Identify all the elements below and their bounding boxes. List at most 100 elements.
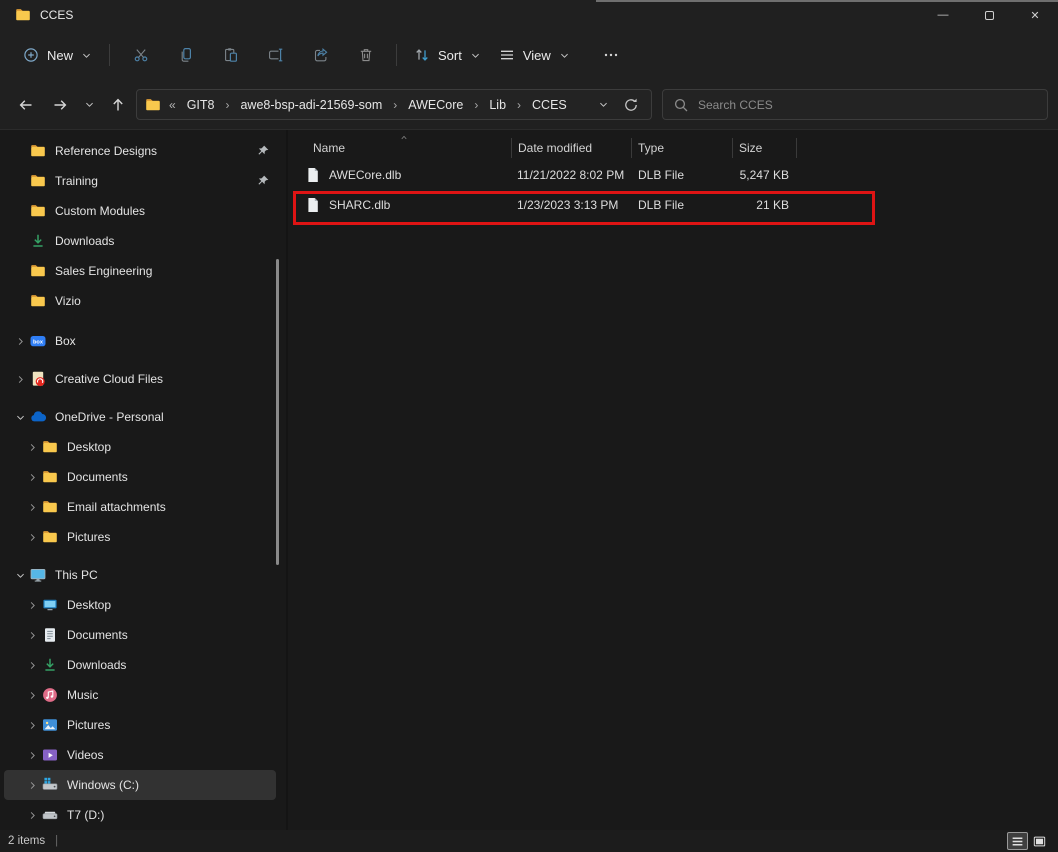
sidebar-item-this-pc[interactable]: This PC (4, 560, 276, 590)
breadcrumb-cces[interactable]: CCES (527, 96, 572, 114)
sidebar-item-onedrive-pictures[interactable]: Pictures (4, 522, 276, 552)
maximize-button[interactable] (966, 0, 1012, 30)
close-icon: ✕ (1030, 9, 1039, 22)
title-bar: CCES — ✕ (0, 0, 1058, 30)
sidebar-item-pc-desktop[interactable]: Desktop (4, 590, 276, 620)
file-row-awecore-dlb[interactable]: AWECore.dlb 11/21/2022 8:02 PM DLB File … (288, 160, 1058, 190)
delete-button[interactable] (343, 37, 388, 73)
column-header-size[interactable]: Size (733, 138, 797, 158)
share-button[interactable] (298, 37, 343, 73)
sidebar-item-creative-cloud-files[interactable]: Creative Cloud Files (4, 364, 276, 394)
sidebar-item-pc-pictures[interactable]: Pictures (4, 710, 276, 740)
sidebar-item-pc-documents[interactable]: Documents (4, 620, 276, 650)
new-button[interactable]: New (14, 37, 101, 73)
chevron-right-icon[interactable] (27, 750, 38, 761)
column-header-date-modified[interactable]: Date modified (512, 138, 632, 158)
breadcrumb-overflow-chevron[interactable]: « (169, 98, 176, 112)
minimize-button[interactable]: — (920, 0, 966, 30)
chevron-right-icon[interactable] (27, 600, 38, 611)
chevron-right-icon[interactable] (27, 630, 38, 641)
cut-button[interactable] (118, 37, 163, 73)
breadcrumb-lib[interactable]: Lib (484, 96, 511, 114)
breadcrumb-git8[interactable]: GIT8 (182, 96, 220, 114)
chevron-right-icon[interactable] (27, 442, 38, 453)
chevron-right-icon[interactable] (27, 660, 38, 671)
sidebar-item-label: Windows (C:) (67, 778, 139, 792)
sidebar-item-label: Vizio (55, 294, 81, 308)
breadcrumb-awecore[interactable]: AWECore (403, 96, 468, 114)
chevron-right-icon[interactable] (27, 720, 38, 731)
sidebar-item-pc-downloads[interactable]: Downloads (4, 650, 276, 680)
up-button[interactable] (102, 90, 134, 120)
sidebar-item-custom-modules[interactable]: Custom Modules (4, 196, 276, 226)
sidebar-item-vizio[interactable]: Vizio (4, 286, 276, 316)
search-box[interactable] (662, 89, 1048, 120)
column-header-type[interactable]: Type (632, 138, 733, 158)
copy-button[interactable] (163, 37, 208, 73)
sidebar-scrollbar-thumb[interactable] (276, 259, 279, 565)
sidebar-item-label: Videos (67, 748, 103, 762)
sidebar-item-label: T7 (D:) (67, 808, 104, 822)
recent-locations-button[interactable] (78, 90, 100, 120)
sidebar-item-email-attachments[interactable]: Email attachments (4, 492, 276, 522)
more-options-button[interactable] (591, 37, 631, 73)
close-button[interactable]: ✕ (1012, 0, 1058, 30)
sidebar-item-onedrive-documents[interactable]: Documents (4, 462, 276, 492)
download-icon (42, 657, 58, 673)
pin-icon[interactable] (256, 144, 270, 158)
cut-icon (133, 47, 149, 63)
chevron-right-icon[interactable] (27, 780, 38, 791)
breadcrumb-awe8-bsp-adi-21569-som[interactable]: awe8-bsp-adi-21569-som (235, 96, 387, 114)
explorer-tab[interactable]: CCES (0, 0, 73, 30)
sort-button[interactable]: Sort (405, 37, 490, 73)
toolbar-divider (396, 44, 397, 66)
desktop-monitor-icon (42, 597, 58, 613)
chevron-down-icon[interactable] (15, 570, 26, 581)
forward-button[interactable] (44, 90, 76, 120)
arrow-right-icon (52, 97, 68, 113)
refresh-button[interactable] (619, 93, 643, 117)
navigation-bar: « GIT8 › awe8-bsp-adi-21569-som › AWECor… (0, 80, 1058, 130)
thumbnails-view-toggle[interactable] (1029, 832, 1050, 850)
sidebar-item-music[interactable]: Music (4, 680, 276, 710)
sidebar-item-training[interactable]: Training (4, 166, 276, 196)
details-view-toggle[interactable] (1007, 832, 1028, 850)
sidebar-item-videos[interactable]: Videos (4, 740, 276, 770)
share-icon (313, 47, 329, 63)
address-dropdown-button[interactable] (591, 93, 615, 117)
folder-icon (42, 499, 58, 515)
chevron-right-icon[interactable] (27, 810, 38, 821)
sort-ascending-caret-icon (398, 133, 410, 142)
view-button[interactable]: View (490, 37, 579, 73)
chevron-down-icon[interactable] (15, 412, 26, 423)
chevron-right-icon[interactable] (27, 532, 38, 543)
sidebar-item-label: Training (55, 174, 98, 188)
address-bar[interactable]: « GIT8 › awe8-bsp-adi-21569-som › AWECor… (136, 89, 652, 120)
search-input[interactable] (698, 98, 1037, 112)
sidebar-item-onedrive-desktop[interactable]: Desktop (4, 432, 276, 462)
rename-button[interactable] (253, 37, 298, 73)
sidebar-item-t7-d[interactable]: T7 (D:) (4, 800, 276, 830)
chevron-right-icon[interactable] (15, 336, 26, 347)
pin-icon[interactable] (256, 174, 270, 188)
sidebar-item-sales-engineering[interactable]: Sales Engineering (4, 256, 276, 286)
chevron-right-icon[interactable] (27, 690, 38, 701)
chevron-right-icon[interactable] (27, 472, 38, 483)
chevron-right-icon[interactable] (15, 374, 26, 385)
sidebar-item-onedrive-personal[interactable]: OneDrive - Personal (4, 402, 276, 432)
sidebar-item-windows-c[interactable]: Windows (C:) (4, 770, 276, 800)
chevron-down-icon (598, 99, 609, 110)
rename-icon (268, 47, 284, 63)
refresh-icon (623, 97, 639, 113)
sidebar-item-downloads-quick[interactable]: Downloads (4, 226, 276, 256)
navigation-pane: Reference Designs Training Custom Module… (0, 130, 288, 830)
paste-button[interactable] (208, 37, 253, 73)
back-button[interactable] (10, 90, 42, 120)
view-button-label: View (523, 48, 551, 63)
sidebar-item-label: Box (55, 334, 76, 348)
chevron-right-icon[interactable] (27, 502, 38, 513)
computer-icon (30, 567, 46, 583)
sidebar-item-label: Desktop (67, 440, 111, 454)
sidebar-item-box[interactable]: Box (4, 326, 276, 356)
sidebar-item-reference-designs[interactable]: Reference Designs (4, 136, 276, 166)
